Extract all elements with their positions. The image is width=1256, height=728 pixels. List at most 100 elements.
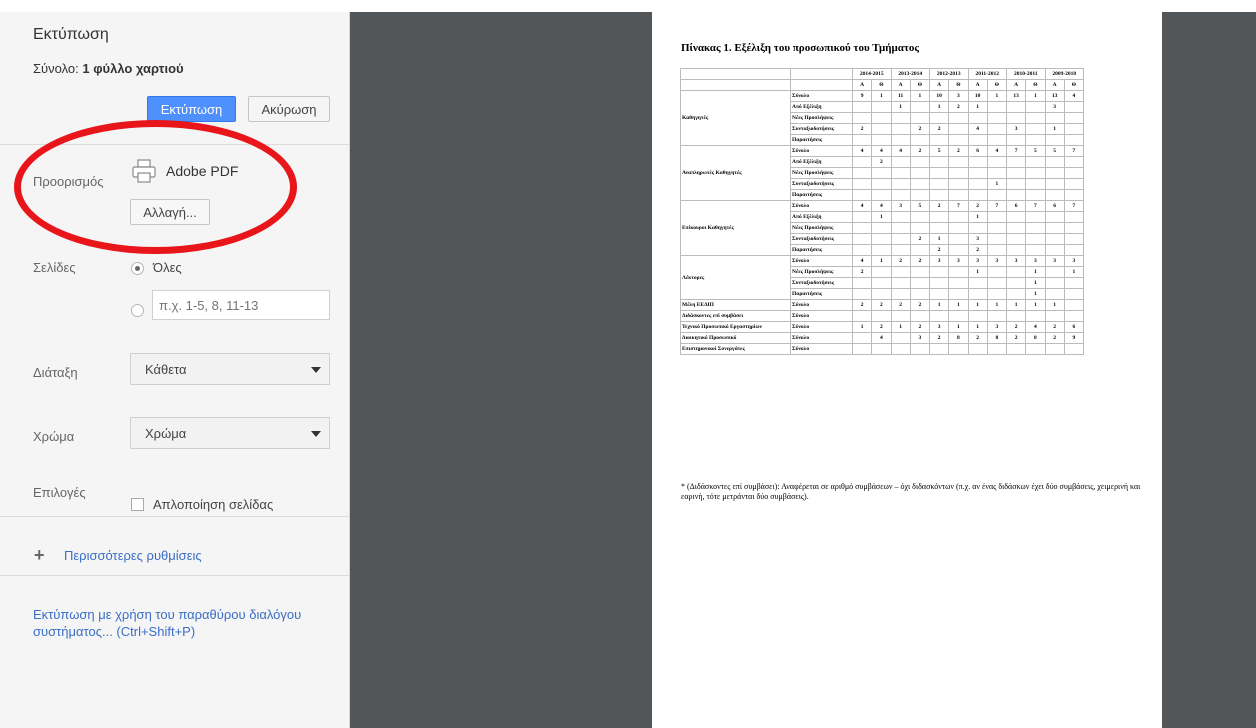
value-cell (909, 189, 931, 201)
layout-select[interactable]: Κάθετα (130, 353, 330, 385)
value-cell (871, 112, 892, 124)
row-label: Σύνολο (790, 145, 853, 157)
cancel-button[interactable]: Ακύρωση (248, 96, 330, 122)
value-cell (1025, 310, 1046, 322)
value-cell (909, 178, 931, 190)
value-cell (851, 211, 873, 223)
value-cell: 4 (871, 332, 892, 344)
value-cell (928, 189, 950, 201)
value-cell (948, 266, 969, 278)
value-cell: 2 (928, 123, 950, 135)
subheader-cell: Α (967, 79, 988, 91)
value-cell: 3 (967, 255, 988, 267)
value-cell (851, 222, 873, 234)
table-cell (790, 68, 853, 80)
value-cell (909, 343, 931, 355)
value-cell (1063, 277, 1085, 289)
value-cell (986, 277, 1008, 289)
value-cell (909, 101, 931, 113)
value-cell (948, 123, 969, 135)
print-title: Εκτύπωση (33, 26, 109, 43)
value-cell: 4 (1025, 321, 1046, 333)
value-cell: 1 (871, 211, 892, 223)
value-cell (851, 189, 873, 201)
value-cell (890, 156, 911, 168)
value-cell: 2 (871, 156, 892, 168)
value-cell: 3 (986, 255, 1008, 267)
value-cell: 2 (851, 123, 873, 135)
value-cell: 4 (1063, 90, 1085, 102)
plus-icon[interactable]: + (34, 545, 45, 566)
value-cell: 1 (1025, 299, 1046, 311)
group-label: Διοικητικό Προσωπικό (680, 332, 791, 344)
value-cell (1025, 244, 1046, 256)
value-cell (851, 167, 873, 179)
value-cell: 3 (986, 321, 1008, 333)
value-cell: 3 (1044, 101, 1065, 113)
value-cell (967, 288, 988, 300)
pages-range-input[interactable] (152, 290, 330, 320)
value-cell: 2 (851, 299, 873, 311)
value-cell: 3 (1025, 255, 1046, 267)
value-cell (1044, 189, 1065, 201)
more-settings-link[interactable]: Περισσότερες ρυθμίσεις (64, 548, 202, 563)
row-label: Από Εξέλιξη (790, 156, 853, 168)
value-cell (967, 112, 988, 124)
value-cell: 2 (967, 332, 988, 344)
value-cell (948, 178, 969, 190)
value-cell (967, 178, 988, 190)
value-cell (986, 156, 1008, 168)
value-cell (1005, 189, 1027, 201)
value-cell (986, 233, 1008, 245)
row-label: Συνταξιοδοτήσεις (790, 123, 853, 135)
value-cell: 4 (871, 200, 892, 212)
year-header: 2011-2012 (967, 68, 1007, 80)
year-header: 2013-2014 (890, 68, 930, 80)
value-cell (1005, 211, 1027, 223)
row-label: Σύνολο (790, 343, 853, 355)
value-cell (948, 211, 969, 223)
subheader-cell: Α (1005, 79, 1027, 91)
group-label: Μέλη ΕΕΔΙΠ (680, 299, 791, 311)
pages-custom-radio[interactable] (131, 304, 144, 317)
table-row: Μέλη ΕΕΔΙΠ Σύνολο 2 2 2 2 1 1 1 1 1 1 1 (680, 299, 1085, 311)
simplify-page-checkbox[interactable] (131, 498, 144, 511)
value-cell: 2 (1005, 332, 1027, 344)
value-cell: 4 (851, 255, 873, 267)
row-label: Συνταξιοδοτήσεις (790, 277, 853, 289)
system-dialog-link[interactable]: Εκτύπωση με χρήση του παραθύρου διαλόγου… (33, 606, 323, 640)
value-cell (986, 134, 1008, 146)
subheader-cell: Θ (909, 79, 931, 91)
value-cell (851, 233, 873, 245)
value-cell (1005, 277, 1027, 289)
year-header: 2014-2015 (852, 68, 892, 80)
color-select[interactable]: Χρώμα (130, 417, 330, 449)
value-cell (1005, 233, 1027, 245)
value-cell (986, 101, 1008, 113)
value-cell: 8 (1025, 332, 1046, 344)
value-cell: 4 (851, 145, 873, 157)
value-cell (1063, 167, 1085, 179)
value-cell: 3 (967, 233, 988, 245)
value-cell: 1 (948, 321, 969, 333)
preview-table-title: Πίνακας 1. Εξέλιξη του προσωπικού του Τμ… (681, 42, 920, 54)
value-cell (851, 332, 873, 344)
change-destination-button[interactable]: Αλλαγή... (130, 199, 210, 225)
value-cell (1063, 112, 1085, 124)
value-cell (986, 222, 1008, 234)
value-cell (1005, 134, 1027, 146)
value-cell: 1 (967, 101, 988, 113)
value-cell: 13 (1044, 90, 1065, 102)
value-cell: 2 (890, 299, 911, 311)
value-cell: 1 (1025, 277, 1046, 289)
pages-all-radio[interactable] (131, 262, 144, 275)
value-cell: 2 (909, 299, 931, 311)
value-cell: 4 (967, 123, 988, 135)
value-cell (1025, 123, 1046, 135)
table-row: Επιστημονικοί Συνεργάτες Σύνολο (680, 343, 1085, 355)
value-cell (1005, 167, 1027, 179)
value-cell (948, 277, 969, 289)
print-button[interactable]: Εκτύπωση (147, 96, 236, 122)
value-cell (1044, 277, 1065, 289)
row-label: Νέες Προσλήψεις (790, 266, 853, 278)
